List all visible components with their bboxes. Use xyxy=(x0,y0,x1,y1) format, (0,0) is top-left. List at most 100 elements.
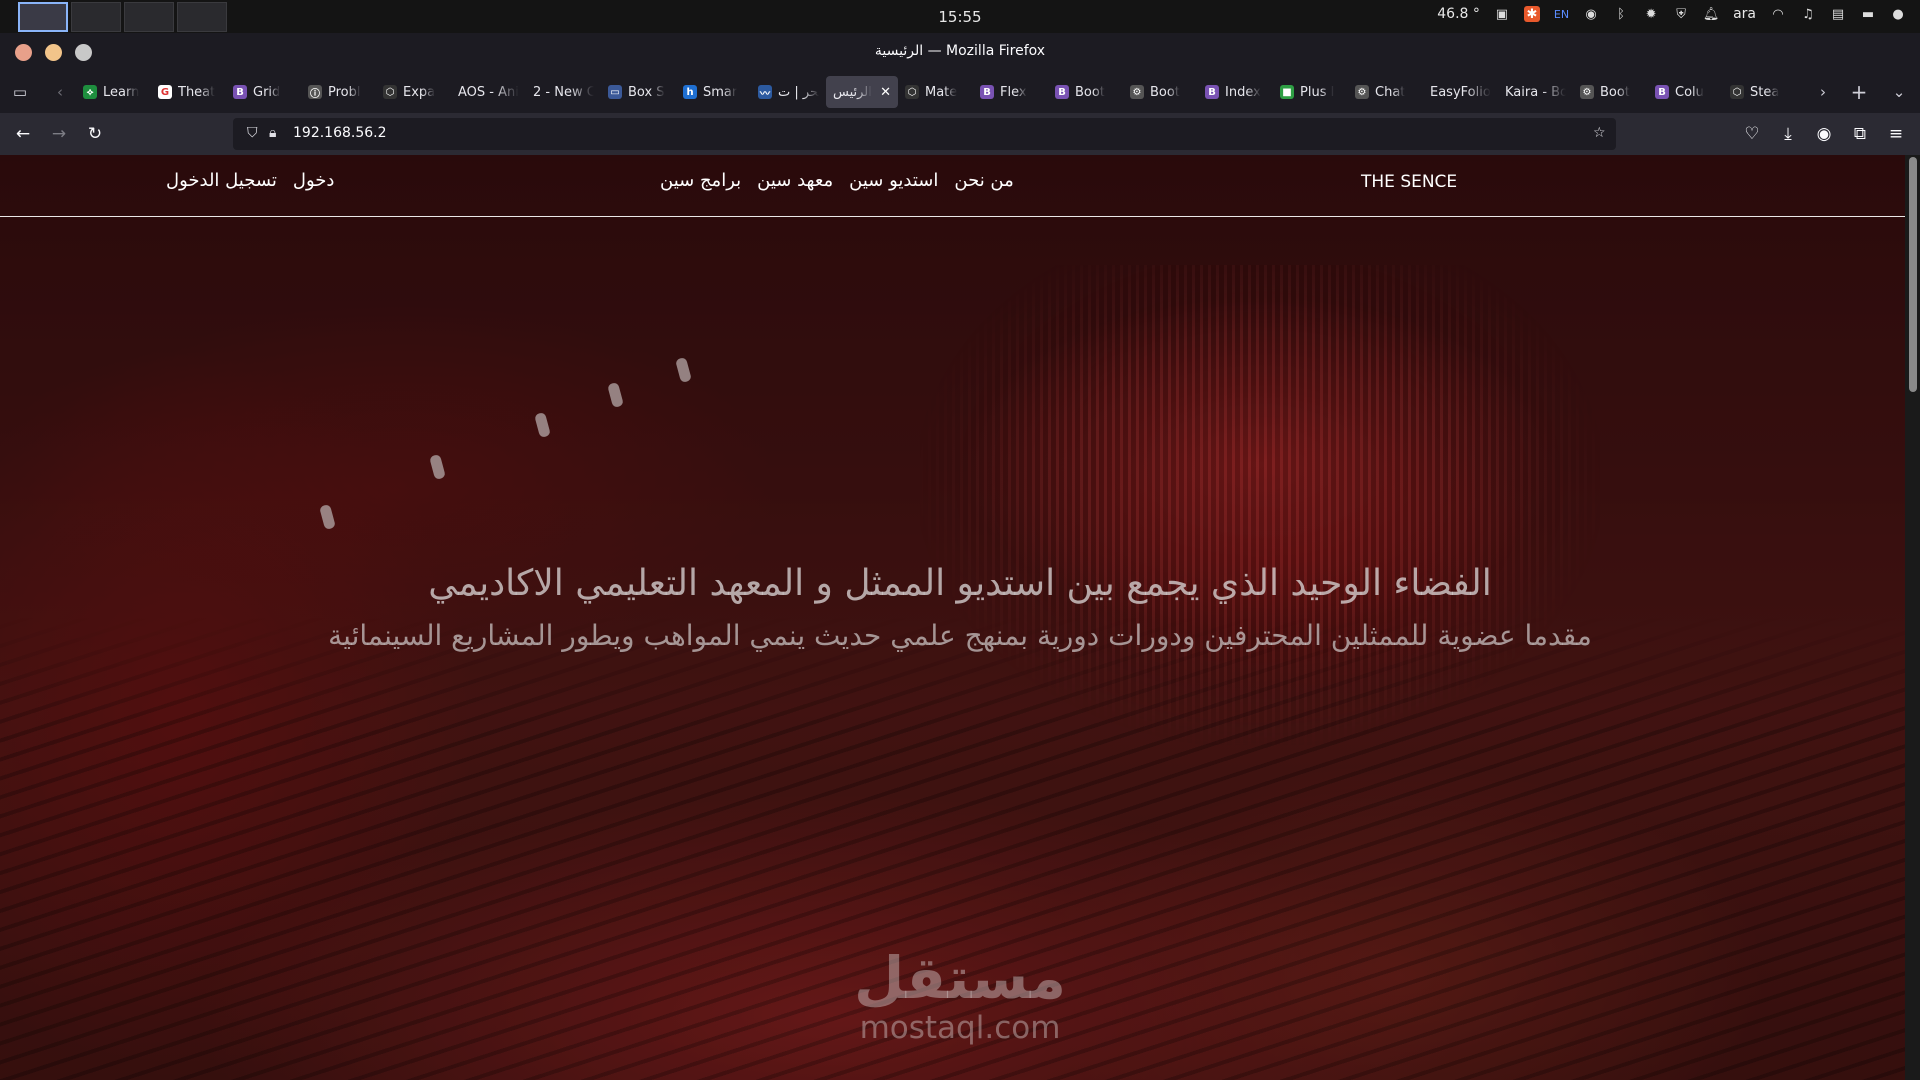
tab-label: Learn xyxy=(103,84,140,100)
wifi-icon[interactable]: ◠ xyxy=(1770,6,1786,22)
tab[interactable]: h Smar xyxy=(676,76,751,108)
tab-favicon-icon: B xyxy=(1655,85,1669,99)
close-tab-icon[interactable]: ✕ xyxy=(880,85,891,100)
bell-icon[interactable]: 🔔︎ xyxy=(1703,6,1720,22)
clipboard-icon[interactable]: ▤ xyxy=(1830,6,1846,22)
tab-favicon-icon: ⬡ xyxy=(383,85,397,99)
tab[interactable]: 2 - New C xyxy=(526,76,601,108)
new-tab-button[interactable]: + xyxy=(1846,79,1872,105)
shield-icon[interactable]: ⛨ xyxy=(1673,6,1689,22)
nav-link-studio[interactable]: استديو سين xyxy=(849,170,938,191)
tab-list: ⟡ Learn G Theat B Grid ⓘ Probl ⬡ Expa AOS - Ani 2 -… xyxy=(76,76,1818,108)
screenshot-icon[interactable]: ▣ xyxy=(1494,6,1510,22)
tab-label: Chat xyxy=(1375,84,1406,100)
tab[interactable]: ⬡ Mate xyxy=(898,76,973,108)
hero-title: الفضاء الوحيد الذي يجمع بين استديو الممث… xyxy=(428,563,1492,604)
register-link[interactable]: تسجيل الدخول xyxy=(166,170,277,191)
forward-button[interactable]: → xyxy=(46,121,72,147)
window-titlebar: الرئيسية — Mozilla Firefox xyxy=(0,33,1920,71)
tab[interactable]: ⟡ Learn xyxy=(76,76,151,108)
web-page: دخول تسجيل الدخول برامج سين معهد سين است… xyxy=(0,155,1920,1080)
url-bar[interactable]: ⛉ 🔒︎ 192.168.56.2 ☆ xyxy=(233,118,1616,150)
bookmark-star-icon[interactable]: ☆ xyxy=(1593,125,1606,141)
keyboard-indicator[interactable]: EN xyxy=(1554,8,1569,21)
tracking-shield-icon[interactable]: ⛉ xyxy=(247,125,258,141)
app-indicator-icon[interactable]: ✱ xyxy=(1523,6,1540,22)
tab[interactable]: B Grid xyxy=(226,76,301,108)
tab-favicon-icon: 〰 xyxy=(758,85,772,100)
extensions-icon[interactable]: ⧉ xyxy=(1847,121,1873,147)
tab-favicon-icon: B xyxy=(980,85,994,99)
tab-label: Boot xyxy=(1075,84,1105,100)
tab[interactable]: ⬡ Stea xyxy=(1723,76,1798,108)
language-indicator[interactable]: ara xyxy=(1733,6,1756,22)
site-brand[interactable]: THE SENCE xyxy=(1361,172,1461,192)
account-icon[interactable]: ◉ xyxy=(1811,121,1837,147)
tab-label: بحر | ت xyxy=(778,84,819,100)
tab-label: الرئيس xyxy=(833,84,872,100)
tab-favicon-icon: ⚙ xyxy=(1580,85,1594,99)
discord-icon[interactable]: ◉ xyxy=(1583,6,1599,22)
tab[interactable]: ⓘ Probl xyxy=(301,76,376,108)
page-scrollbar[interactable] xyxy=(1905,155,1920,1080)
tab[interactable]: Kaira - Bo xyxy=(1498,76,1573,108)
url-text[interactable]: 192.168.56.2 xyxy=(293,125,387,141)
folder-icon[interactable]: ▬ xyxy=(1860,6,1876,22)
tab-label: Expa xyxy=(403,84,436,100)
tab[interactable]: ■ Plus I xyxy=(1273,76,1348,108)
window-title: الرئيسية — Mozilla Firefox xyxy=(874,43,1046,59)
back-button[interactable]: ← xyxy=(10,121,36,147)
tab[interactable]: B Flex xyxy=(973,76,1048,108)
list-all-tabs-icon[interactable]: ⌄ xyxy=(1886,79,1912,105)
tab[interactable]: G Theat xyxy=(151,76,226,108)
tab-favicon-icon: ⬡ xyxy=(905,85,919,99)
tab-label: Box S xyxy=(628,84,665,100)
bug-icon[interactable]: ✹ xyxy=(1643,6,1659,22)
tab-label: Index xyxy=(1225,84,1261,100)
login-link[interactable]: دخول xyxy=(293,170,335,191)
tab[interactable]: B Colu xyxy=(1648,76,1723,108)
tab-active[interactable]: الرئيس ✕ xyxy=(826,76,898,108)
tab-label: Probl xyxy=(328,84,361,100)
user-icon[interactable]: ● xyxy=(1890,6,1906,22)
scroll-tabs-left-icon[interactable]: ‹ xyxy=(47,79,73,105)
tab[interactable]: ⬡ Expa xyxy=(376,76,451,108)
tab[interactable]: B Boot xyxy=(1048,76,1123,108)
tab[interactable]: AOS - Ani xyxy=(451,76,526,108)
reload-button[interactable]: ↻ xyxy=(82,121,108,147)
tab[interactable]: ⚙ Boot xyxy=(1123,76,1198,108)
scroll-tabs-right-icon[interactable]: › xyxy=(1810,79,1836,105)
tab[interactable]: ⚙ Boot xyxy=(1573,76,1648,108)
scrollbar-thumb[interactable] xyxy=(1909,157,1917,392)
pocket-icon[interactable]: ♡ xyxy=(1739,121,1765,147)
tab-label: 2 - New C xyxy=(533,84,594,100)
os-top-bar: 15:55 46.8 ° ▣ ✱ EN ◉ ᛒ ✹ ⛨ 🔔︎ ara ◠ ♫ ▤… xyxy=(0,0,1920,33)
tab-label: Theat xyxy=(178,84,216,100)
tab-label: Kaira - Bo xyxy=(1505,84,1566,100)
tab-favicon-icon: h xyxy=(683,85,697,99)
tab-label: Colu xyxy=(1675,84,1704,100)
mostaql-watermark: مستقل mostaql.com xyxy=(840,945,1080,1045)
lock-icon[interactable]: 🔒︎ xyxy=(269,125,276,141)
hero-subtitle: مقدما عضوية للممثلين المحترفين ودورات دو… xyxy=(328,619,1592,652)
tab[interactable]: B Index xyxy=(1198,76,1273,108)
watermark-latin: mostaql.com xyxy=(859,1010,1061,1046)
bluetooth-icon[interactable]: ᛒ xyxy=(1613,6,1629,22)
menu-icon[interactable]: ≡ xyxy=(1883,121,1909,147)
music-icon[interactable]: ♫ xyxy=(1800,6,1816,22)
tab[interactable]: 〰 بحر | ت xyxy=(751,76,826,108)
downloads-icon[interactable]: ⤓ xyxy=(1775,121,1801,147)
tab-label: Mate xyxy=(925,84,958,100)
auth-nav: دخول تسجيل الدخول xyxy=(166,170,334,191)
nav-link-programs[interactable]: برامج سين xyxy=(660,170,741,191)
system-tray: 46.8 ° ▣ ✱ EN ◉ ᛒ ✹ ⛨ 🔔︎ ara ◠ ♫ ▤ ▬ ● xyxy=(1437,6,1906,22)
tab[interactable]: EasyFolio xyxy=(1423,76,1498,108)
tab[interactable]: ⚙ Chat xyxy=(1348,76,1423,108)
hero-overlay xyxy=(0,155,1920,1080)
nav-link-about[interactable]: من نحن xyxy=(954,170,1013,191)
tab[interactable]: ▭ Box S xyxy=(601,76,676,108)
tab-label: AOS - Ani xyxy=(458,84,519,100)
nav-link-institute[interactable]: معهد سين xyxy=(757,170,833,191)
firefox-view-icon[interactable]: ▭ xyxy=(7,79,33,105)
temperature-readout[interactable]: 46.8 ° xyxy=(1437,6,1480,22)
